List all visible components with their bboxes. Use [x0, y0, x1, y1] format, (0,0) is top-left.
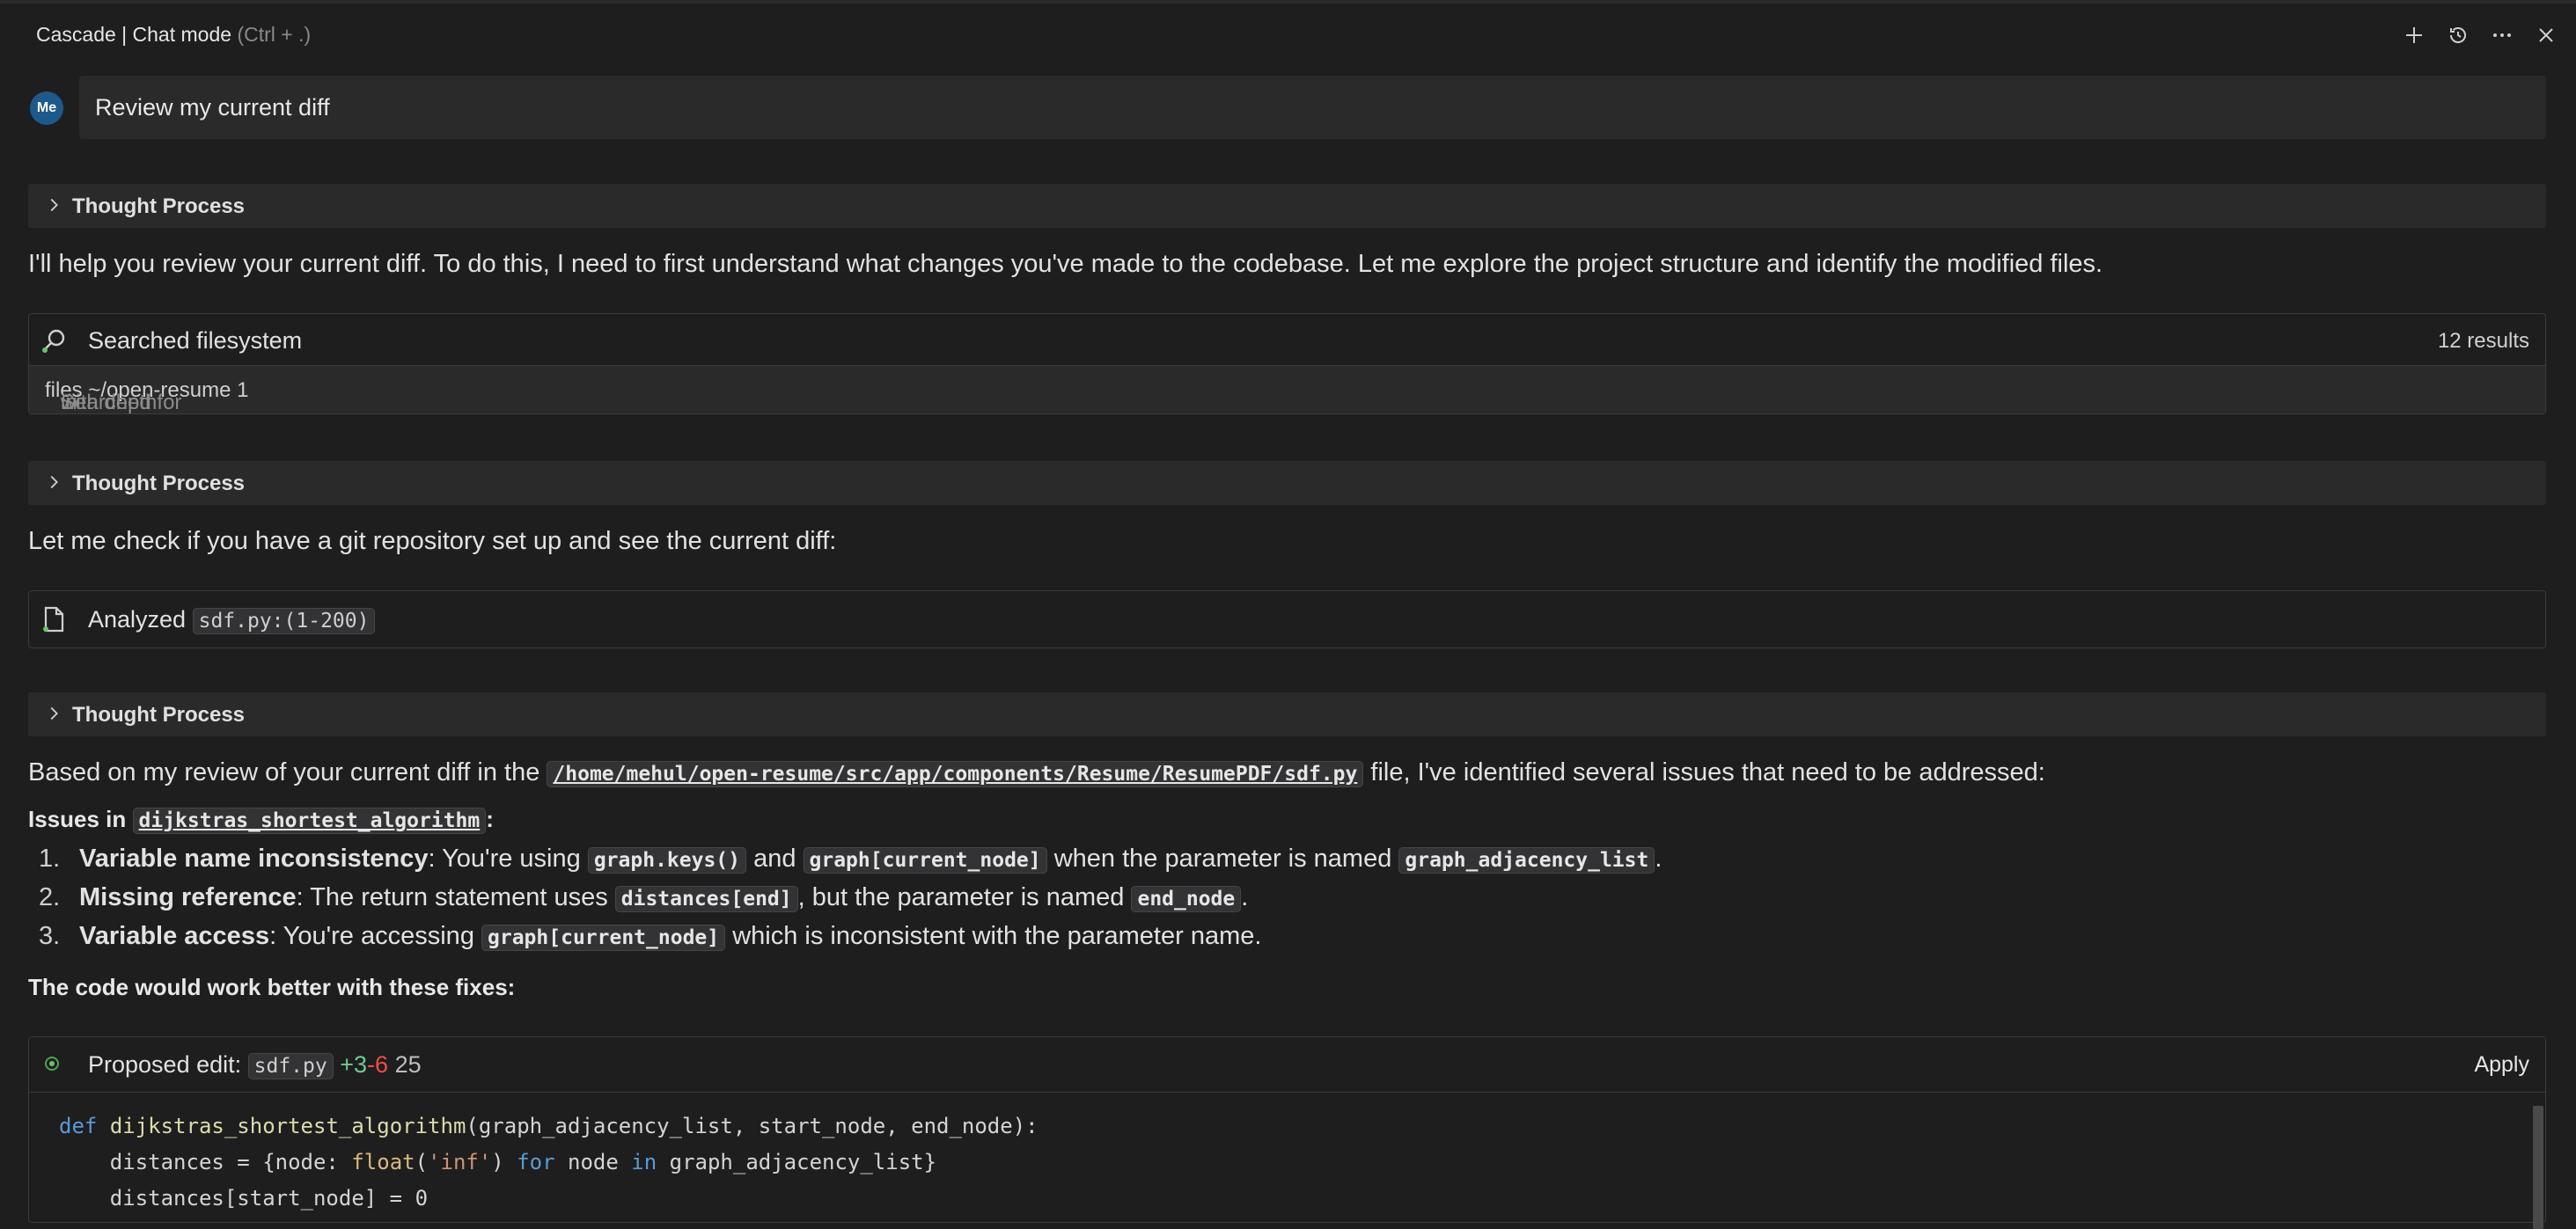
chevron-right-icon [50, 706, 58, 721]
thought-process-toggle[interactable]: Thought Process [28, 184, 2546, 228]
analyzed-file-chip[interactable]: sdf.py:(1-200) [192, 608, 376, 634]
search-tool-card[interactable]: Searched filesystem 12 results Searched … [28, 313, 2546, 414]
search-icon [42, 329, 65, 353]
status-dot-icon [45, 1057, 59, 1071]
code-line: def dijkstras_shortest_algorithm(graph_a… [59, 1114, 1038, 1138]
user-message-text: Review my current diff [95, 94, 330, 121]
close-icon[interactable] [2536, 25, 2557, 46]
assistant-message-git: Let me check if you have a git repositor… [28, 527, 837, 555]
proposed-edit-label: Proposed edit: [88, 1051, 242, 1078]
thought-process-label: Thought Process [72, 472, 246, 495]
lines-removed: -6 [367, 1051, 389, 1078]
review-suffix: file, I've identified several issues tha… [1370, 758, 2045, 786]
new-chat-icon[interactable] [2404, 25, 2425, 46]
lines-added: +3 [340, 1051, 368, 1078]
thought-process-toggle[interactable]: Thought Process [28, 692, 2546, 736]
header-actions [2404, 25, 2557, 46]
code-block[interactable]: def dijkstras_shortest_algorithm(graph_a… [29, 1093, 2545, 1222]
issue-title: Variable name inconsistency [79, 845, 429, 873]
chevron-right-icon [50, 198, 58, 212]
function-name-code: dijkstras_shortest_algorithm [132, 808, 487, 834]
inline-code: graph.keys() [587, 847, 746, 874]
list-item: 2. Missing reference: The return statemen… [39, 883, 1249, 912]
issues-heading-suffix: : [486, 806, 494, 832]
review-prefix: Based on my review of your current diff … [28, 758, 540, 786]
user-message[interactable]: Review my current diff [79, 76, 2546, 139]
user-avatar: Me [30, 91, 63, 125]
analyze-tool-card[interactable]: Analyzed sdf.py:(1-200) [28, 590, 2546, 648]
proposed-edit-header[interactable]: Proposed edit: sdf.py +3-6 25 Apply [29, 1037, 2545, 1093]
list-item: 3. Variable access: You're accessing grap… [39, 922, 1262, 951]
apply-button[interactable]: Apply [2474, 1052, 2529, 1078]
search-sub-depth: 1 [237, 378, 249, 402]
file-icon [43, 606, 64, 633]
issue-title: Variable access [79, 922, 270, 950]
inline-code: graph_adjacency_list [1398, 847, 1655, 874]
thought-process-label: Thought Process [72, 703, 246, 727]
proposed-edit-card: Proposed edit: sdf.py +3-6 25 Apply def … [28, 1036, 2546, 1229]
list-item: 1. Variable name inconsistency: You're us… [39, 845, 1662, 874]
search-tool-label: Searched filesystem [88, 327, 303, 354]
assistant-message-intro: I'll help you review your current diff. … [28, 250, 2103, 278]
issue-title: Missing reference [79, 883, 297, 911]
analyze-tool-label: Analyzed [88, 606, 187, 633]
inline-code: end_node [1131, 886, 1242, 912]
inline-code: graph[current_node] [481, 925, 726, 951]
inline-code: graph[current_node] [803, 847, 1047, 874]
inline-code: distances[end] [614, 886, 798, 912]
thought-process-toggle[interactable]: Thought Process [28, 461, 2546, 505]
issues-list: 1. Variable name inconsistency: You're us… [39, 845, 1662, 961]
file-path-link[interactable]: /home/mehul/open-resume/src/app/componen… [547, 761, 1364, 787]
issues-heading: Issues in dijkstras_shortest_algorithm: [28, 806, 494, 834]
more-options-icon[interactable] [2492, 25, 2513, 46]
code-scrollbar[interactable] [2533, 1106, 2543, 1229]
code-line: distances = {node: float('inf') for node… [59, 1150, 937, 1174]
issues-heading-prefix: Issues in [28, 806, 127, 832]
code-line: distances[start_node] = 0 [59, 1186, 429, 1211]
fixes-heading: The code would work better with these fi… [28, 974, 516, 1000]
edit-file-chip[interactable]: sdf.py [247, 1053, 334, 1079]
panel-title: Cascade | Chat mode (Ctrl + .) [36, 23, 311, 47]
panel-title-text: Cascade | Chat mode [36, 23, 232, 46]
history-icon[interactable] [2448, 25, 2469, 46]
search-sub-with: with depth [61, 391, 158, 414]
line-count: 25 [394, 1051, 422, 1078]
panel-header: Cascade | Chat mode (Ctrl + .) [0, 4, 2576, 67]
chevron-right-icon [50, 475, 58, 489]
search-tool-details: Searched for files in ~/open-resume with… [29, 365, 2545, 414]
shortcut-hint: (Ctrl + .) [237, 23, 312, 46]
thought-process-label: Thought Process [72, 194, 246, 218]
search-results-count: 12 results [2437, 329, 2529, 353]
assistant-message-review: Based on my review of your current diff … [28, 758, 2045, 787]
